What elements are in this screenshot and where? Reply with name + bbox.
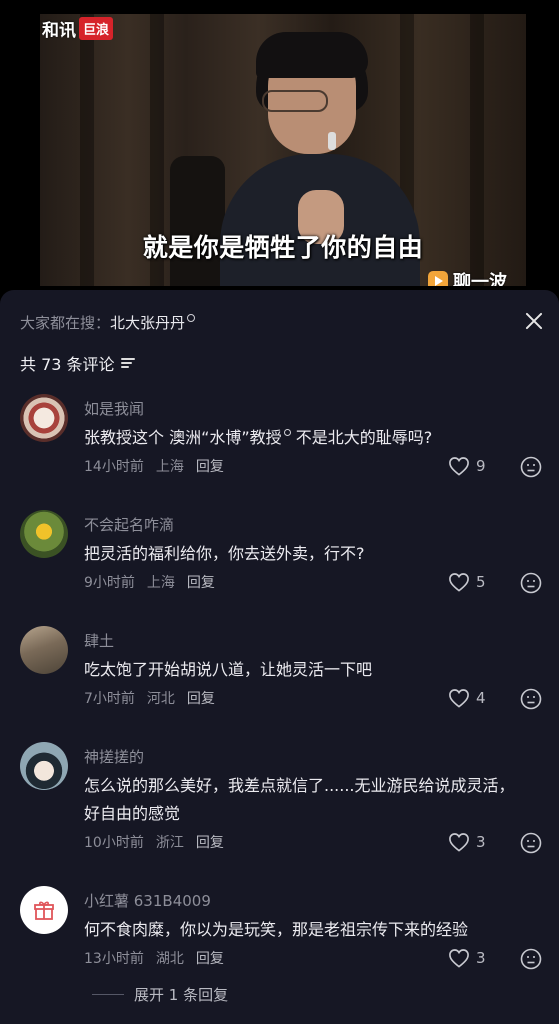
avatar[interactable] xyxy=(20,510,68,558)
comment-meta: 7小时前 河北 回复 xyxy=(84,688,215,708)
speaker-earring xyxy=(328,132,336,150)
comment-text-suffix: 不是北大的耻辱吗? xyxy=(290,428,433,447)
divider xyxy=(92,994,124,995)
comment-text: 张教授这个 澳洲“水博”教授 不是北大的耻辱吗? xyxy=(84,424,524,452)
comment-time: 9小时前 xyxy=(84,575,135,591)
channel-logo: 和讯 巨浪 xyxy=(42,16,114,41)
comment-time: 13小时前 xyxy=(84,951,144,967)
play-icon xyxy=(428,271,448,286)
comment-time: 7小时前 xyxy=(84,691,135,707)
heart-icon xyxy=(449,573,469,592)
comment-time: 10小时前 xyxy=(84,835,144,851)
comment-sheet: 大家都在搜： 北大张丹丹 共 73 条评论 如是我闻 张教授这个 澳洲“水博”教… xyxy=(0,290,559,1024)
comment-author[interactable]: 肆土 xyxy=(84,630,114,651)
heart-icon xyxy=(449,949,469,968)
comment-time: 14小时前 xyxy=(84,459,144,475)
like-count: 9 xyxy=(476,457,486,475)
reply-button[interactable]: 回复 xyxy=(196,456,224,476)
search-icon xyxy=(187,313,196,322)
like-count: 3 xyxy=(476,833,486,851)
expand-replies-button[interactable]: 展开 1 条回复 xyxy=(92,984,228,1005)
comment-author[interactable]: 如是我闻 xyxy=(84,398,144,419)
speaker-hair-fringe xyxy=(256,32,368,78)
like-button[interactable]: 5 xyxy=(448,572,486,592)
sort-icon[interactable] xyxy=(120,357,135,369)
watermark: 聊一波 xyxy=(428,268,507,286)
comment-text: 何不食肉糜，你以为是玩笑，那是老祖宗传下来的经验 xyxy=(84,920,469,939)
video-player[interactable]: 和讯 巨浪 就是你是牺牲了你的自由 聊一波 xyxy=(40,14,526,286)
comment-text: 把灵活的福利给你，你去送外卖，行不? xyxy=(84,544,365,563)
search-icon[interactable] xyxy=(283,429,291,436)
like-button[interactable]: 3 xyxy=(448,832,486,852)
watermark-text: 聊一波 xyxy=(453,272,507,286)
close-button[interactable] xyxy=(520,308,548,336)
comment-author[interactable]: 不会起名咋滴 xyxy=(84,514,174,535)
dislike-icon[interactable] xyxy=(520,688,542,710)
comment-meta: 10小时前 浙江 回复 xyxy=(84,832,224,852)
reply-button[interactable]: 回复 xyxy=(196,948,224,968)
comment-meta: 9小时前 上海 回复 xyxy=(84,572,215,592)
comment-author[interactable]: 神搓搓的 xyxy=(84,746,144,767)
comment-meta: 13小时前 湖北 回复 xyxy=(84,948,224,968)
trending-search[interactable]: 大家都在搜： 北大张丹丹 xyxy=(20,312,196,333)
comment-count: 共 73 条评论 xyxy=(20,355,115,374)
chair xyxy=(170,156,225,286)
dislike-icon[interactable] xyxy=(520,456,542,478)
reply-button[interactable]: 回复 xyxy=(187,572,215,592)
like-button[interactable]: 4 xyxy=(448,688,486,708)
reply-button[interactable]: 回复 xyxy=(187,688,215,708)
comment-text: 怎么说的那么美好，我差点就信了......无业游民给说成灵活，好自由的感觉 xyxy=(84,776,515,823)
gift-icon xyxy=(34,901,54,920)
like-count: 5 xyxy=(476,573,486,591)
heart-icon xyxy=(449,689,469,708)
comment-text: 吃太饱了开始胡说八道，让她灵活一下吧 xyxy=(84,660,373,679)
logo-text: 和讯 xyxy=(42,21,76,41)
comment-text-main: 张教授这个 澳洲“水博”教授 xyxy=(84,428,282,447)
comment-location: 湖北 xyxy=(155,951,184,967)
logo-badge: 巨浪 xyxy=(79,17,114,40)
search-term-link[interactable]: 北大张丹丹 xyxy=(110,312,185,333)
like-count: 3 xyxy=(476,949,486,967)
dislike-icon[interactable] xyxy=(520,948,542,970)
dislike-icon[interactable] xyxy=(520,832,542,854)
video-subtitle: 就是你是牺牲了你的自由 xyxy=(142,233,424,262)
comment-location: 上海 xyxy=(155,459,184,475)
comment-location: 浙江 xyxy=(155,835,184,851)
expand-replies-label: 展开 1 条回复 xyxy=(134,986,229,1004)
reply-button[interactable]: 回复 xyxy=(196,832,224,852)
comment-location: 河北 xyxy=(146,691,175,707)
heart-icon xyxy=(449,457,469,476)
comment-meta: 14小时前 上海 回复 xyxy=(84,456,224,476)
search-prefix: 大家都在搜： xyxy=(20,314,111,332)
like-count: 4 xyxy=(476,689,486,707)
like-button[interactable]: 9 xyxy=(448,456,486,476)
heart-icon xyxy=(449,833,469,852)
comment-author[interactable]: 小红薯 631B4009 xyxy=(84,890,211,911)
comment-location: 上海 xyxy=(146,575,175,591)
like-button[interactable]: 3 xyxy=(448,948,486,968)
comment-count-row[interactable]: 共 73 条评论 xyxy=(20,351,135,375)
avatar[interactable] xyxy=(20,626,68,674)
speaker-glasses xyxy=(262,90,328,112)
avatar[interactable] xyxy=(20,394,68,442)
dislike-icon[interactable] xyxy=(520,572,542,594)
avatar[interactable] xyxy=(20,742,68,790)
avatar[interactable] xyxy=(20,886,68,934)
